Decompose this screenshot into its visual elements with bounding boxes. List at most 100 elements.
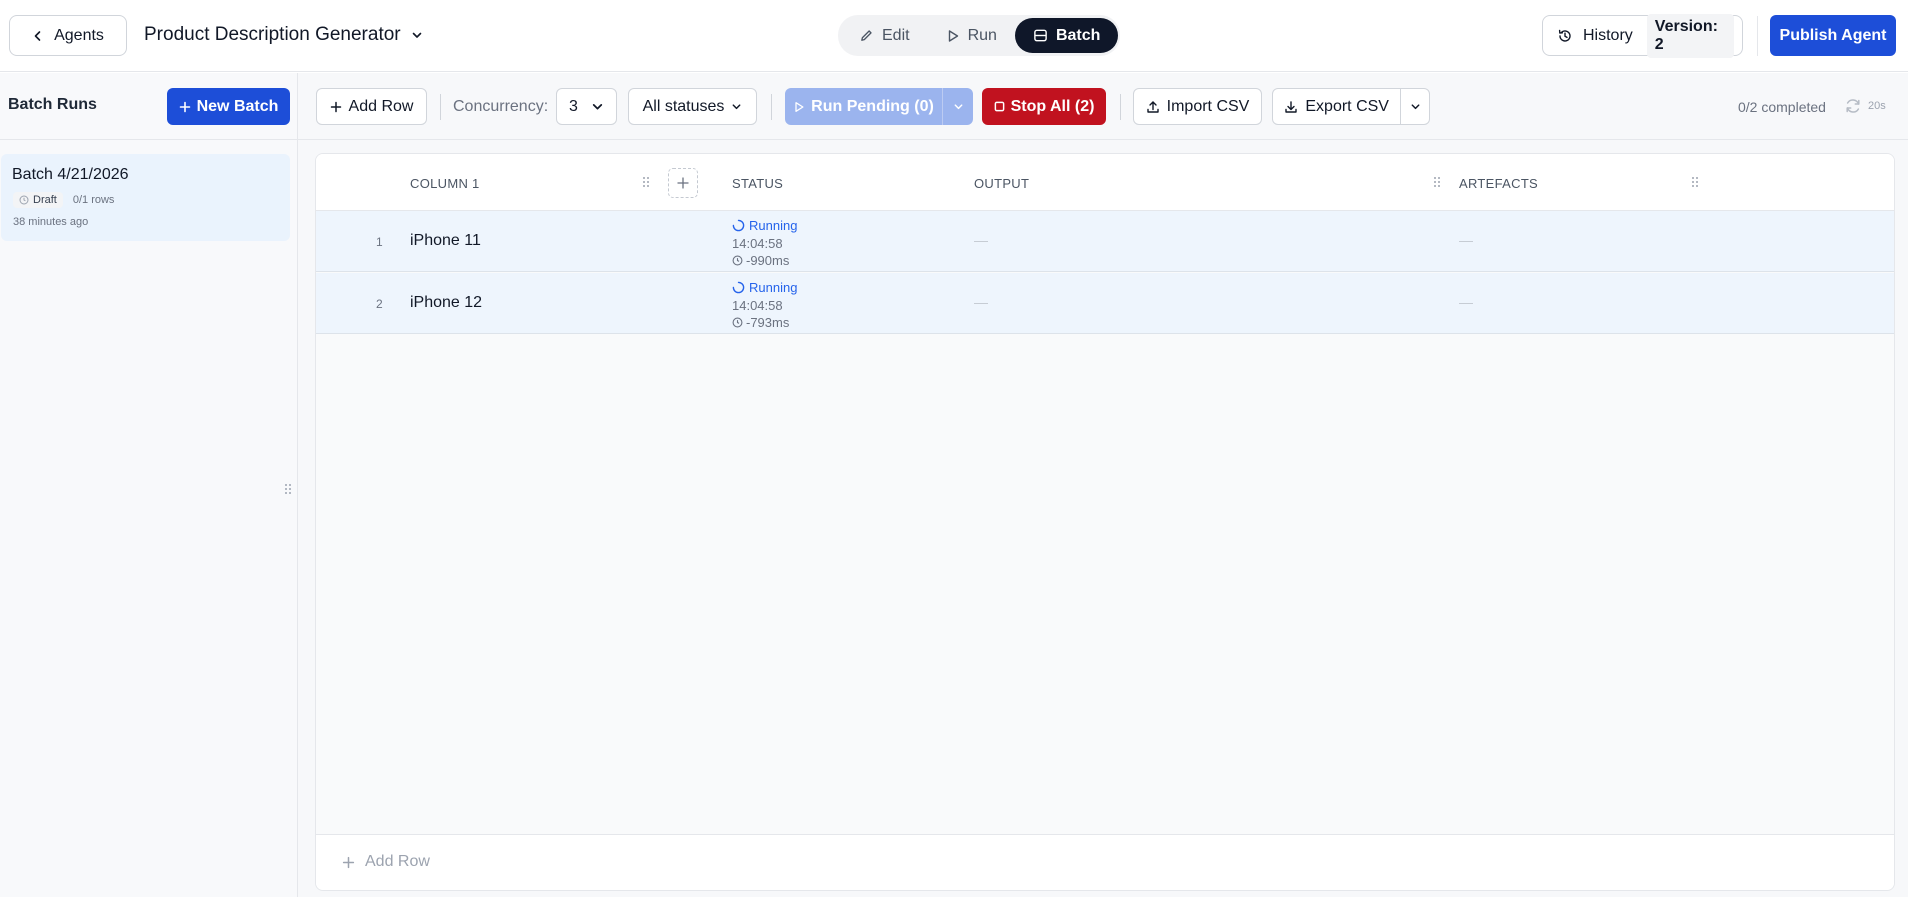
- tab-run-label: Run: [967, 26, 997, 44]
- plus-icon: [676, 176, 690, 190]
- row-status-cell: Running 14:04:58 -793ms: [732, 279, 797, 332]
- status-filter-value: All statuses: [642, 97, 725, 115]
- chevron-down-icon: [411, 29, 423, 41]
- stop-icon: [994, 101, 1005, 112]
- chevron-down-icon: [1410, 101, 1421, 112]
- status-duration: -990ms: [732, 252, 797, 270]
- upload-icon: [1146, 100, 1160, 114]
- pencil-icon: [859, 28, 874, 43]
- column-header-status: STATUS: [732, 176, 784, 191]
- batch-name: Batch 4/21/2026: [12, 166, 129, 183]
- row-status-cell: Running 14:04:58 -990ms: [732, 217, 797, 270]
- back-to-agents-button[interactable]: Agents: [9, 15, 127, 56]
- spinner-icon: [732, 281, 745, 294]
- drag-handle-icon[interactable]: [642, 176, 650, 188]
- stop-all-label: Stop All (2): [1010, 97, 1095, 115]
- status-start-time: 14:04:58: [732, 297, 783, 313]
- run-pending-options-button[interactable]: [942, 88, 973, 125]
- import-csv-label: Import CSV: [1166, 97, 1250, 115]
- table-row[interactable]: 1 iPhone 11 Running 14:04:58 -990ms — —: [316, 211, 1894, 272]
- sidebar-header: Batch Runs New Batch: [0, 73, 297, 140]
- tab-edit-label: Edit: [882, 26, 910, 44]
- artefacts-cell: —: [1459, 232, 1473, 248]
- status-running: Running: [732, 217, 797, 235]
- add-row-button[interactable]: Add Row: [316, 88, 427, 125]
- status-badge-label: Draft: [33, 194, 57, 206]
- row-number: 2: [376, 297, 383, 311]
- status-running: Running: [732, 279, 797, 297]
- run-pending-button[interactable]: Run Pending (0): [785, 88, 973, 125]
- column-header-column-1[interactable]: COLUMN 1: [410, 176, 480, 191]
- table-footer: Add Row: [316, 834, 1894, 890]
- table-icon: [1033, 28, 1048, 43]
- export-options-button[interactable]: [1400, 89, 1429, 124]
- chevron-down-icon: [731, 101, 742, 112]
- publish-agent-button[interactable]: Publish Agent: [1770, 15, 1896, 56]
- chevron-down-icon: [591, 100, 604, 113]
- batch-meta: Draft 0/1 rows: [13, 192, 114, 208]
- row-number: 1: [376, 235, 383, 249]
- play-icon: [946, 29, 960, 43]
- top-header: Agents Product Description Generator Edi…: [0, 0, 1908, 72]
- clock-icon: [19, 195, 29, 205]
- status-badge: Draft: [13, 192, 63, 208]
- plus-icon: [179, 101, 191, 113]
- history-button[interactable]: History Version: 2: [1542, 13, 1743, 58]
- batch-list-item[interactable]: Batch 4/21/2026 Draft 0/1 rows 38 minute…: [1, 154, 290, 241]
- batch-rows-count: 0/1 rows: [72, 194, 115, 206]
- tab-edit[interactable]: Edit: [841, 18, 928, 53]
- refresh-interval: 20s: [1868, 100, 1886, 112]
- history-label: History: [1583, 26, 1633, 44]
- status-start-time: 14:04:58: [732, 235, 783, 251]
- sidebar-title: Batch Runs: [8, 96, 97, 113]
- plus-icon: [342, 856, 355, 869]
- header-divider: [1757, 16, 1758, 56]
- tab-batch[interactable]: Batch: [1014, 18, 1119, 53]
- chevron-down-icon: [953, 101, 964, 112]
- new-batch-button[interactable]: New Batch: [167, 88, 290, 125]
- export-csv-group: Export CSV: [1272, 88, 1430, 125]
- status-filter-select[interactable]: All statuses: [628, 88, 757, 125]
- add-column-button[interactable]: [668, 168, 698, 198]
- run-pending-main[interactable]: Run Pending (0): [785, 88, 942, 125]
- status-label: Running: [749, 218, 798, 233]
- duration-value: -990ms: [746, 253, 790, 268]
- export-csv-button[interactable]: Export CSV: [1273, 89, 1400, 124]
- completed-count: 0/2 completed: [1738, 99, 1826, 115]
- auto-refresh-button[interactable]: 20s: [1844, 97, 1886, 115]
- row-input-cell[interactable]: iPhone 12: [410, 294, 482, 312]
- column-header-output: OUTPUT: [974, 176, 1030, 191]
- status-label: Running: [749, 280, 798, 295]
- sidebar-resize-handle[interactable]: [284, 483, 292, 495]
- agent-title-dropdown[interactable]: Product Description Generator: [144, 24, 423, 46]
- column-header-artefacts: ARTEFACTS: [1459, 176, 1539, 191]
- add-row-label: Add Row: [348, 97, 414, 115]
- concurrency-select[interactable]: 3: [556, 88, 617, 125]
- export-csv-label: Export CSV: [1305, 97, 1389, 115]
- concurrency-label: Concurrency:: [453, 98, 549, 115]
- add-row-footer-label: Add Row: [365, 853, 430, 870]
- batch-main-area: Add Row Concurrency: 3 All statuses Run …: [298, 73, 1908, 897]
- play-icon: [793, 101, 805, 113]
- add-row-footer-button[interactable]: Add Row: [342, 853, 430, 871]
- drag-handle-icon[interactable]: [1691, 176, 1699, 188]
- batch-runs-sidebar: Batch Runs New Batch Batch 4/21/2026 Dra…: [0, 73, 298, 897]
- output-cell: —: [974, 232, 988, 248]
- agent-title: Product Description Generator: [144, 24, 401, 45]
- batch-timestamp: 38 minutes ago: [13, 216, 89, 228]
- import-csv-button[interactable]: Import CSV: [1133, 88, 1262, 125]
- history-icon: [1557, 28, 1573, 44]
- toolbar-divider: [771, 94, 772, 120]
- stop-all-button[interactable]: Stop All (2): [982, 88, 1106, 125]
- drag-handle-icon[interactable]: [1433, 176, 1441, 188]
- chevron-left-icon: [32, 30, 44, 42]
- batch-table: COLUMN 1 STATUS OUTPUT ARTEFACTS 1 iPhon…: [315, 153, 1895, 891]
- tab-batch-label: Batch: [1055, 26, 1101, 44]
- row-input-cell[interactable]: iPhone 11: [410, 232, 481, 250]
- toolbar-divider: [1120, 94, 1121, 120]
- version-chip: Version: 2: [1646, 13, 1734, 58]
- table-row[interactable]: 2 iPhone 12 Running 14:04:58 -793ms — —: [316, 273, 1894, 334]
- spinner-icon: [732, 219, 745, 232]
- tab-run[interactable]: Run: [928, 18, 1015, 53]
- concurrency-value: 3: [569, 97, 578, 115]
